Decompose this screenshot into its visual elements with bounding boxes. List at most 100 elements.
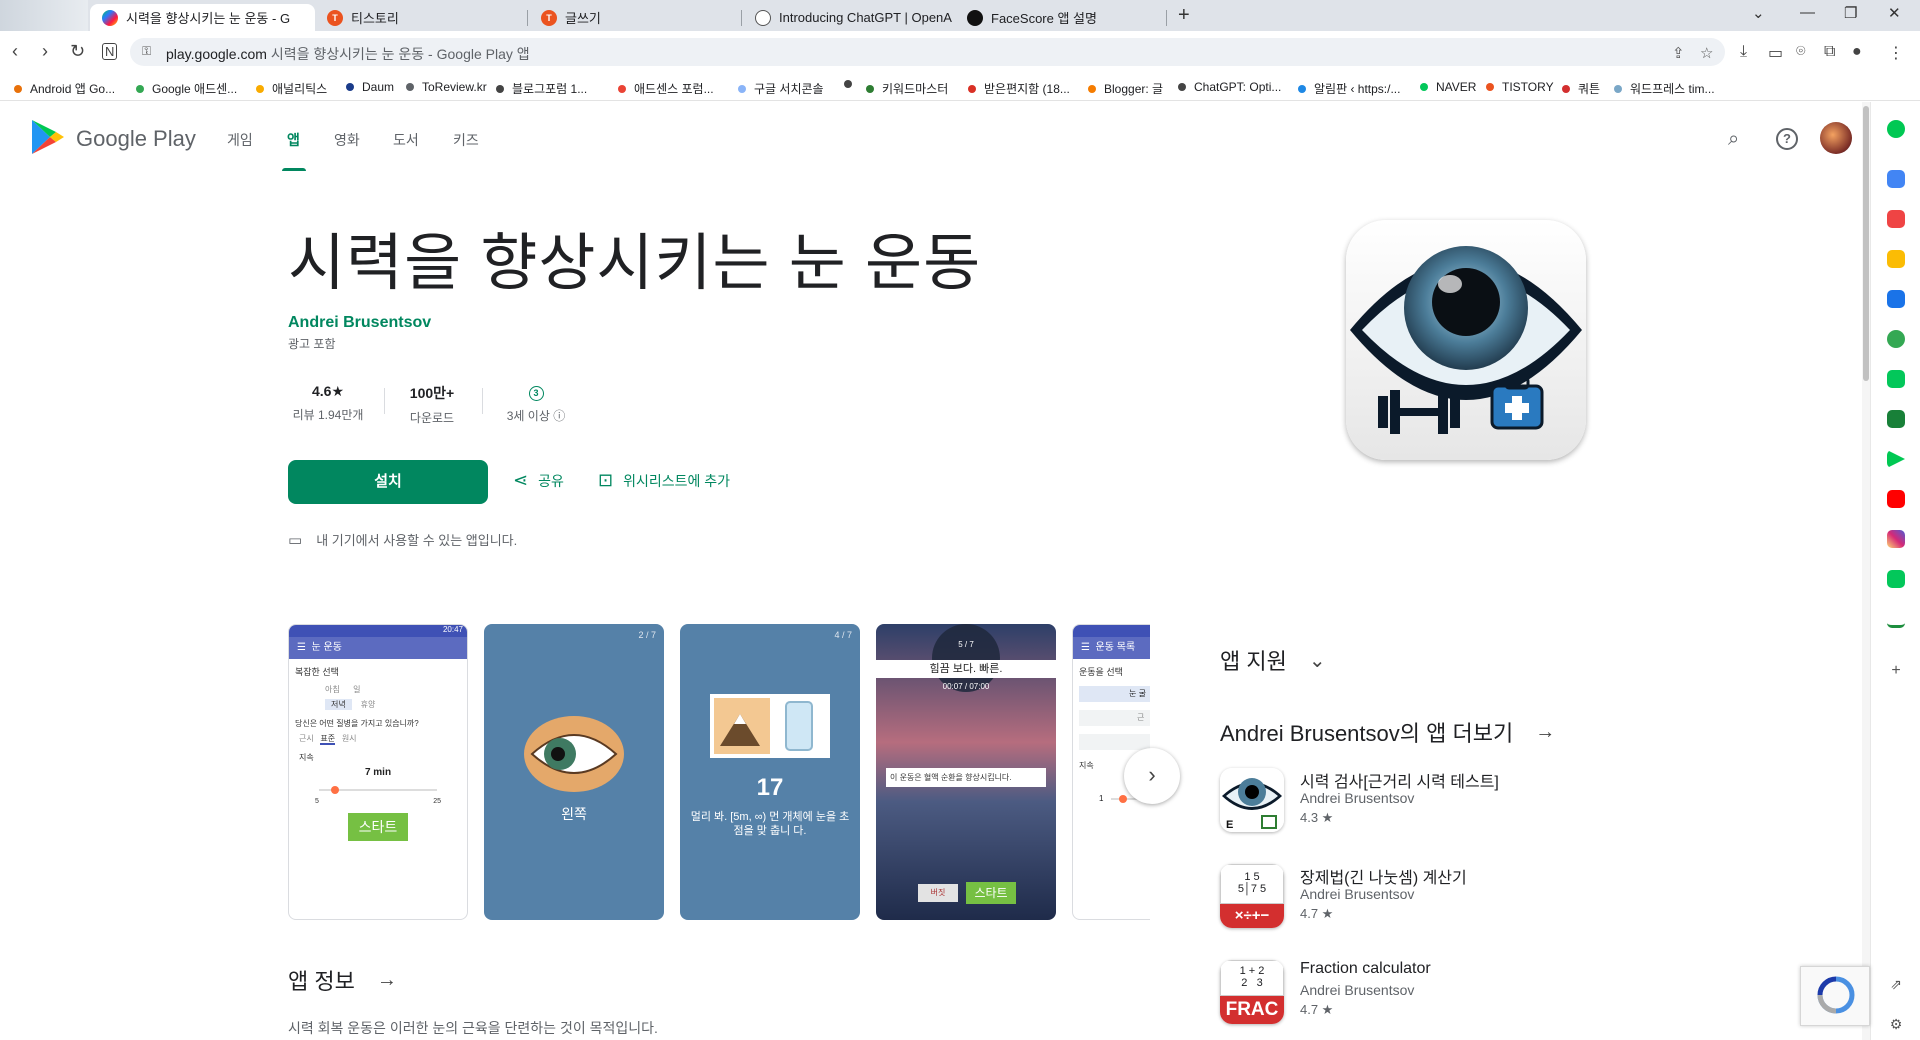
related-app-item[interactable]: 1 5 5│7 5 ×÷+− 장제법(긴 나눗셈) 계산기 Andrei Brus…	[1220, 864, 1560, 930]
add-icon[interactable]: +	[1887, 662, 1905, 680]
address-bar[interactable]: ⚿ play.google.com 시력을 향상시키는 눈 운동 - Googl…	[130, 38, 1725, 66]
naver-whale-icon[interactable]: N	[102, 43, 118, 60]
recaptcha-badge[interactable]	[1800, 966, 1870, 1026]
related-app-item[interactable]: E 시력 검사[근거리 시력 테스트] Andrei Brusentsov 4.…	[1220, 768, 1560, 834]
bookmark-item[interactable]: TISTORY	[1486, 80, 1554, 94]
bookmark-item[interactable]: NAVER	[1420, 80, 1476, 94]
tab-search-icon[interactable]: ⌄	[1752, 4, 1765, 22]
new-tab-button[interactable]: +	[1178, 4, 1190, 27]
bookmark-item[interactable]: 키워드마스터	[866, 80, 948, 97]
scrollbar[interactable]	[1862, 102, 1870, 1040]
bookmark-item[interactable]: 블로그포럼 1...	[496, 80, 587, 97]
play-icon[interactable]	[1887, 450, 1905, 468]
side-app-icon[interactable]	[1887, 370, 1905, 388]
nav-kids[interactable]: 키즈	[453, 130, 479, 150]
bookmark-item[interactable]: 구글 서치콘솔	[738, 80, 824, 97]
reload-icon[interactable]: ↻	[70, 41, 85, 62]
share-page-icon[interactable]: ⇪	[1672, 44, 1685, 62]
brand-name[interactable]: Google Play	[76, 126, 196, 152]
developer-link[interactable]: Andrei Brusentsov	[288, 314, 431, 332]
side-app-icon[interactable]	[1887, 170, 1905, 188]
tab-facescore[interactable]: FaceScore 앱 설명	[955, 4, 1165, 31]
bookmark-item[interactable]: 받은편지함 (18...	[968, 80, 1070, 97]
about-section-header[interactable]: 앱 정보 →	[288, 964, 397, 996]
related-app-item[interactable]: 1 + 22 3 FRAC Fraction calculator Andrei…	[1220, 960, 1560, 1026]
side-app-icon[interactable]	[1887, 330, 1905, 348]
bookmark-item[interactable]: ChatGPT: Opti...	[1178, 80, 1281, 94]
forward-icon[interactable]: ›	[42, 41, 48, 62]
screenshot-3[interactable]: 4 / 7 17 멀리 봐. [5m, ∞) 먼 개체에 눈을 초점을 맞 춥니…	[680, 624, 860, 920]
camera-icon[interactable]: ▭	[1768, 43, 1783, 63]
bookmark-item[interactable]: 애드센스 포럼...	[618, 80, 714, 97]
side-app-icon[interactable]	[1887, 210, 1905, 228]
tab-play-store[interactable]: 시력을 향상시키는 눈 운동 - G	[90, 4, 315, 31]
nav-movies[interactable]: 영화	[334, 130, 360, 150]
tab-write[interactable]: T 글쓰기	[529, 4, 739, 31]
install-button[interactable]: 설치	[288, 460, 488, 504]
side-app-icon[interactable]	[1887, 410, 1905, 428]
site-info-icon[interactable]: ⚿	[142, 44, 151, 59]
url-text[interactable]: play.google.com 시력을 향상시키는 눈 운동 - Google …	[166, 44, 530, 64]
bookmark-star-icon[interactable]: ☆	[1700, 44, 1713, 62]
screenshot-2[interactable]: 2 / 7 왼쪽	[484, 624, 664, 920]
bookmark-item[interactable]: 워드프레스 tim...	[1614, 80, 1715, 97]
bookmark-item[interactable]	[844, 80, 860, 88]
bookmark-icon	[1614, 84, 1622, 93]
side-app-icon[interactable]	[1887, 570, 1905, 588]
nav-apps[interactable]: 앱	[287, 130, 300, 150]
side-app-icon[interactable]	[1887, 250, 1905, 268]
download-icon[interactable]: ⤓	[1740, 43, 1747, 61]
open-external-icon[interactable]: ⇗	[1887, 976, 1905, 994]
bookmark-item[interactable]: 쿼튼	[1562, 80, 1600, 97]
nav-books[interactable]: 도서	[393, 130, 419, 150]
instagram-icon[interactable]	[1887, 530, 1905, 548]
bookmark-item[interactable]: 애널리틱스	[256, 80, 327, 97]
share-button[interactable]: ⋖ 공유	[513, 470, 564, 491]
search-icon[interactable]: ⌕	[1728, 128, 1739, 151]
bookmark-item[interactable]: ToReview.kr	[406, 80, 487, 94]
screenshot-4[interactable]: 5 / 7 힘끔 보다. 빠른. 00:07 / 07:00 이 운동은 혈액 …	[876, 624, 1056, 920]
related-app-name: 장제법(긴 나눗셈) 계산기	[1300, 870, 1467, 887]
app-support-header[interactable]: 앱 지원 ⌄	[1220, 644, 1326, 676]
carousel-next-button[interactable]: ›	[1124, 748, 1180, 804]
bookmark-label: 애드센스 포럼...	[634, 82, 714, 96]
screenshot-1[interactable]: 20:47 ☰ 눈 운동 복잡한 선택 아침 일 저녁 휴양 당신은 어떤 질병…	[288, 624, 468, 920]
bookmark-icon	[844, 80, 852, 88]
tab-chatgpt[interactable]: Introducing ChatGPT | OpenAI	[743, 4, 953, 31]
restore-button[interactable]: ❐	[1844, 4, 1857, 22]
settings-icon[interactable]: ⚙	[1887, 1016, 1905, 1034]
duration-slider[interactable]	[319, 782, 437, 798]
age-stat[interactable]: 3 3세 이상 ⓘ	[500, 383, 572, 424]
slider-range: 5 25	[289, 798, 467, 805]
side-app-icon[interactable]	[1887, 120, 1905, 138]
bookmark-item[interactable]: 알림판 ‹ https:/...	[1298, 80, 1400, 97]
help-icon[interactable]: ?	[1776, 128, 1798, 150]
bookmark-item[interactable]: Daum	[346, 80, 394, 94]
chart-icon[interactable]	[1887, 610, 1905, 628]
google-play-logo-icon[interactable]	[30, 118, 66, 156]
bookmark-item[interactable]: Google 애드센...	[136, 80, 237, 97]
screenshot-icon[interactable]: ⌾	[1796, 43, 1806, 61]
avatar[interactable]	[1820, 122, 1852, 154]
tab-tistory[interactable]: T 티스토리	[315, 4, 525, 31]
twitter-tab-thumb[interactable]	[0, 0, 88, 31]
nav-games[interactable]: 게임	[227, 130, 253, 150]
menu-icon[interactable]: ⋮	[1888, 43, 1904, 63]
back-icon[interactable]: ‹	[12, 41, 18, 62]
side-app-icon[interactable]	[1887, 290, 1905, 308]
more-by-developer-header[interactable]: Andrei Brusentsov의 앱 더보기 →	[1220, 716, 1555, 748]
app-toolbar: ☰ 운동 목록	[1073, 637, 1150, 659]
close-window-button[interactable]: ✕	[1888, 4, 1901, 22]
info-icon[interactable]: ⓘ	[553, 409, 565, 423]
youtube-icon[interactable]	[1887, 490, 1905, 508]
rating-stat[interactable]: 4.6★ 리뷰 1.94만개	[288, 383, 368, 423]
bookmark-item[interactable]: Blogger: 글	[1088, 80, 1163, 97]
slider-max: 25	[433, 798, 441, 805]
extensions-icon[interactable]: ⧉	[1824, 43, 1835, 61]
profile-icon[interactable]: ●	[1852, 43, 1862, 61]
screenshot-carousel[interactable]: 20:47 ☰ 눈 운동 복잡한 선택 아침 일 저녁 휴양 당신은 어떤 질병…	[288, 624, 1150, 920]
bookmark-item[interactable]: Android 앱 Go...	[14, 80, 115, 97]
scrollbar-thumb[interactable]	[1863, 106, 1869, 381]
minimize-button[interactable]: —	[1800, 4, 1815, 21]
wishlist-button[interactable]: ⊡ 위시리스트에 추가	[598, 470, 730, 491]
